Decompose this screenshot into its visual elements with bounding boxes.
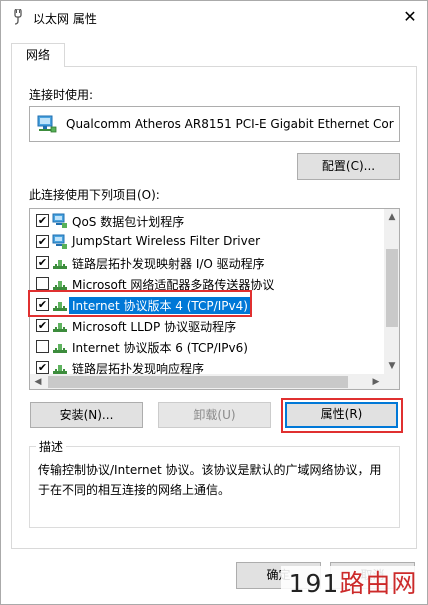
ipv4-highlight-box bbox=[28, 290, 252, 317]
scroll-corner bbox=[384, 374, 399, 389]
scroll-thumb[interactable] bbox=[386, 249, 398, 327]
list-item[interactable]: ✔ JumpStart Wireless Filter Driver bbox=[30, 231, 385, 252]
watermark-text: 路由网 bbox=[339, 569, 418, 598]
items-label: 此连接使用下列项目(O): bbox=[29, 188, 160, 202]
uninstall-button[interactable]: 卸载(U) bbox=[158, 402, 271, 428]
network-service-icon bbox=[52, 213, 68, 229]
item-checkbox[interactable]: ✔ bbox=[36, 235, 49, 248]
site-watermark: 191路由网 bbox=[281, 566, 425, 602]
adapter-field: Qualcomm Atheros AR8151 PCI-E Gigabit Et… bbox=[29, 106, 400, 142]
list-item-label: QoS 数据包计划程序 bbox=[72, 215, 185, 229]
protocol-icon bbox=[52, 318, 68, 334]
configure-button[interactable]: 配置(C)... bbox=[297, 153, 400, 180]
vertical-scrollbar[interactable]: ▲ ▼ bbox=[384, 209, 399, 374]
list-item-label: Microsoft LLDP 协议驱动程序 bbox=[72, 320, 237, 334]
protocol-icon bbox=[52, 339, 68, 355]
hscroll-thumb[interactable] bbox=[48, 376, 348, 388]
window-title: 以太网 属性 bbox=[33, 12, 97, 26]
scroll-up-icon[interactable]: ▲ bbox=[384, 209, 399, 225]
scroll-left-icon[interactable]: ◀ bbox=[30, 374, 46, 389]
list-item[interactable]: ✔ Microsoft LLDP 协议驱动程序 bbox=[30, 315, 385, 336]
item-checkbox[interactable] bbox=[36, 277, 49, 290]
list-item[interactable]: ✔ 链路层拓扑发现映射器 I/O 驱动程序 bbox=[30, 252, 385, 273]
item-checkbox[interactable]: ✔ bbox=[36, 361, 49, 374]
title-bar: 以太网 属性 ✕ bbox=[1, 1, 427, 32]
description-text: 传输控制协议/Internet 协议。该协议是默认的广域网络协议，用于在不同的相… bbox=[38, 463, 382, 497]
horizontal-scrollbar[interactable]: ◀ ▶ bbox=[30, 374, 384, 389]
description-title: 描述 bbox=[36, 438, 67, 455]
list-item-label: 链路层拓扑发现映射器 I/O 驱动程序 bbox=[72, 257, 265, 271]
connect-using-label: 连接时使用: bbox=[29, 88, 94, 102]
properties-highlight-box bbox=[281, 398, 403, 433]
item-checkbox[interactable]: ✔ bbox=[36, 214, 49, 227]
scroll-down-icon[interactable]: ▼ bbox=[384, 358, 399, 374]
item-checkbox[interactable]: ✔ bbox=[36, 319, 49, 332]
list-item[interactable]: Internet 协议版本 6 (TCP/IPv6) bbox=[30, 336, 385, 357]
adapter-name: Qualcomm Atheros AR8151 PCI-E Gigabit Et… bbox=[66, 117, 394, 131]
close-button[interactable]: ✕ bbox=[393, 2, 427, 32]
install-button[interactable]: 安装(N)... bbox=[30, 402, 143, 428]
item-checkbox[interactable] bbox=[36, 340, 49, 353]
network-plug-icon bbox=[11, 8, 25, 25]
scroll-right-icon[interactable]: ▶ bbox=[368, 374, 384, 389]
watermark-number: 191 bbox=[288, 569, 340, 598]
list-item-label: JumpStart Wireless Filter Driver bbox=[72, 234, 261, 248]
tab-network[interactable]: 网络 bbox=[11, 43, 65, 67]
list-item-label: Internet 协议版本 6 (TCP/IPv6) bbox=[72, 341, 248, 355]
list-item[interactable]: ✔ QoS 数据包计划程序 bbox=[30, 210, 385, 231]
item-checkbox[interactable]: ✔ bbox=[36, 256, 49, 269]
network-service-icon bbox=[52, 234, 68, 250]
protocol-icon bbox=[52, 255, 68, 271]
network-adapter-icon bbox=[37, 114, 57, 137]
